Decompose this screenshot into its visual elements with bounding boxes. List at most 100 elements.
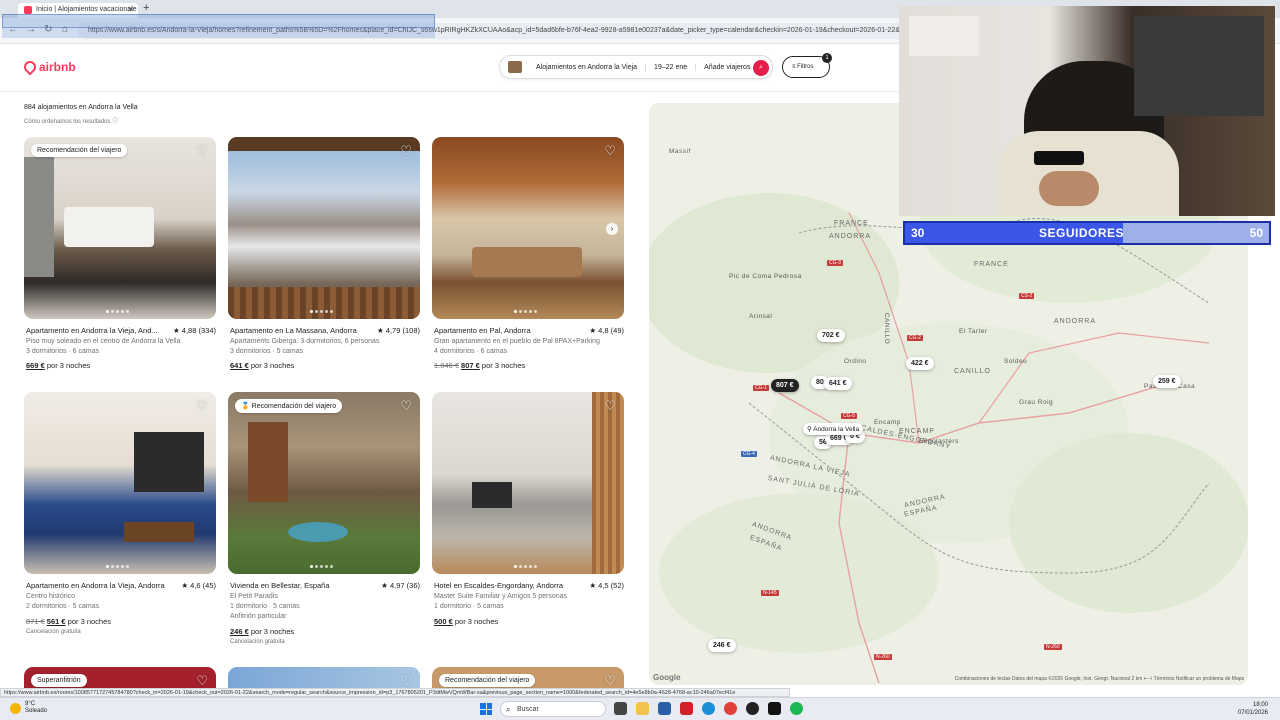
map-label: Soldeu bbox=[1004, 358, 1028, 365]
map-label: FRANCE bbox=[974, 261, 1009, 268]
listing-photo[interactable]: ♡ bbox=[228, 667, 420, 688]
map-price-pin[interactable]: 422 € bbox=[906, 357, 934, 370]
listing-photo[interactable]: ♡ bbox=[432, 392, 624, 574]
listing-price: 669 € por 3 noches bbox=[26, 361, 90, 370]
close-tab-icon[interactable]: ✕ bbox=[127, 5, 134, 14]
photo-dots bbox=[514, 565, 537, 568]
taskbar: 9°C Soleado ⌕ Buscar 18:00 07/01/2026 bbox=[0, 697, 1280, 720]
file-explorer-icon[interactable] bbox=[636, 702, 649, 715]
favorite-heart-icon[interactable]: ♡ bbox=[604, 673, 616, 688]
chrome-icon[interactable] bbox=[724, 702, 737, 715]
map-label: CANILLO bbox=[883, 312, 891, 345]
favorite-heart-icon[interactable]: ♡ bbox=[604, 143, 616, 159]
windows-start-icon[interactable] bbox=[480, 703, 492, 715]
status-url: https://www.airbnb.es/rooms/100857717274… bbox=[0, 688, 790, 697]
new-tab-icon[interactable]: + bbox=[143, 2, 149, 14]
price-suffix: por 3 noches bbox=[481, 361, 526, 370]
listing-price: 871 €561 € por 3 noches bbox=[26, 617, 111, 626]
road-label: N-145 bbox=[761, 590, 779, 596]
listing-rooms: 3 dormitorios · 6 camas bbox=[26, 348, 100, 355]
price-suffix: por 3 noches bbox=[250, 627, 295, 636]
map-price-pin[interactable]: 259 € bbox=[1153, 375, 1181, 388]
search-icon: ⌕ bbox=[506, 705, 511, 714]
taskbar-search[interactable]: ⌕ Buscar bbox=[500, 701, 606, 717]
listing-rating: ★ 4,6 (45) bbox=[181, 581, 216, 590]
results-order-link[interactable]: Cómo ordenamos los resultados ⓘ bbox=[24, 116, 118, 125]
google-logo: Google bbox=[653, 673, 681, 682]
search-bar[interactable]: Alojamientos en Andorra la Vieja 19–22 e… bbox=[499, 55, 773, 79]
listing-photo[interactable]: 🏅 Recomendación del viajero ♡ bbox=[228, 392, 420, 574]
search-location[interactable]: Alojamientos en Andorra la Vieja bbox=[528, 63, 647, 71]
app-icon[interactable] bbox=[658, 702, 671, 715]
favorite-heart-icon[interactable]: ♡ bbox=[604, 398, 616, 414]
edge-icon[interactable] bbox=[702, 702, 715, 715]
photo-dots bbox=[310, 310, 333, 313]
listing-title: Vivienda en Bellestar, España bbox=[230, 581, 330, 590]
badge-text: Recomendación del viajero bbox=[251, 403, 337, 410]
listing-photo[interactable]: Recomendación del viajero ♡ bbox=[432, 667, 624, 688]
listing-photo[interactable]: ♡ bbox=[24, 392, 216, 574]
spotify-icon[interactable] bbox=[790, 702, 803, 715]
listing-price: 246 € por 3 noches bbox=[230, 627, 294, 636]
results-count: 884 alojamientos en Andorra la Vella bbox=[24, 104, 138, 111]
listing-price: 641 € por 3 noches bbox=[230, 361, 294, 370]
price-value: 500 € bbox=[434, 617, 453, 626]
favorite-heart-icon[interactable]: ♡ bbox=[400, 398, 412, 414]
listing-rating: ★ 4,8 (49) bbox=[589, 326, 624, 335]
app-icon[interactable] bbox=[680, 702, 693, 715]
map-label: Arinsal bbox=[749, 313, 773, 320]
weather-widget[interactable]: 9°C Soleado bbox=[10, 701, 47, 715]
map-label: Encamp bbox=[874, 419, 901, 426]
price-suffix: por 3 noches bbox=[67, 617, 112, 626]
next-photo-icon[interactable]: › bbox=[606, 223, 618, 235]
weather-text: 9°C Soleado bbox=[25, 701, 47, 715]
road-label: CG-4 bbox=[741, 451, 757, 457]
tiktok-icon[interactable] bbox=[768, 702, 781, 715]
favorite-heart-icon[interactable]: ♡ bbox=[196, 143, 208, 159]
price-value: 669 € bbox=[26, 361, 45, 370]
order-text: Cómo ordenamos los resultados bbox=[24, 119, 111, 125]
system-clock[interactable]: 18:00 07/01/2026 bbox=[1238, 701, 1268, 717]
listing-rooms: 3 dormitorios · 5 camas bbox=[230, 348, 304, 355]
location-thumbnail-icon bbox=[508, 61, 522, 73]
map-price-pin[interactable]: 702 € bbox=[817, 329, 845, 342]
listing-photo[interactable]: Superanfitrión ♡ bbox=[24, 667, 216, 688]
task-view-icon[interactable] bbox=[614, 702, 627, 715]
airbnb-logo[interactable]: airbnb bbox=[21, 58, 76, 76]
old-price: 1.040 € bbox=[434, 361, 460, 370]
listing-photo[interactable]: ♡ › bbox=[432, 137, 624, 319]
photo-dots bbox=[310, 565, 333, 568]
map-price-pin[interactable]: 246 € bbox=[708, 639, 736, 652]
weather-temp: 9°C bbox=[25, 701, 36, 707]
listing-price: 1.040 €807 € por 3 noches bbox=[434, 361, 525, 370]
listing-description: El Petit Paradis bbox=[230, 593, 278, 600]
taskbar-search-placeholder: Buscar bbox=[517, 706, 539, 713]
app-icon[interactable] bbox=[746, 702, 759, 715]
filters-button[interactable]: ≡ Filtros 1 bbox=[782, 53, 832, 78]
favorite-heart-icon[interactable]: ♡ bbox=[196, 673, 208, 688]
listing-title: Apartamento en Pal, Andorra bbox=[434, 326, 531, 335]
favorite-heart-icon[interactable]: ♡ bbox=[196, 398, 208, 414]
webcam-overlay bbox=[899, 6, 1275, 216]
listing-rooms: 4 dormitorios · 6 camas bbox=[434, 348, 508, 355]
photo-dots bbox=[514, 310, 537, 313]
followers-goal-bar: 30 SEGUIDORES 50 bbox=[903, 221, 1271, 245]
map-price-pin-selected[interactable]: 807 € bbox=[771, 379, 799, 392]
town-pin[interactable]: ⚲ Andorra la Vella bbox=[803, 423, 864, 435]
search-guests[interactable]: Añade viajeros bbox=[696, 63, 760, 71]
favorite-heart-icon[interactable]: ♡ bbox=[400, 673, 412, 688]
search-icon[interactable]: ⌕ bbox=[753, 60, 769, 76]
map-label: ANDORRA bbox=[829, 233, 872, 240]
listing-photo[interactable]: Recomendación del viajero ♡ bbox=[24, 137, 216, 319]
map-price-pin[interactable]: 641 € bbox=[824, 377, 852, 390]
listing-badge: Recomendación del viajero bbox=[439, 674, 536, 687]
free-cancellation: Cancelación gratuita bbox=[230, 639, 285, 645]
price-suffix: por 3 noches bbox=[454, 617, 499, 626]
road-label: CS-2 bbox=[1019, 293, 1035, 299]
town-pin-label: Andorra la Vella bbox=[813, 426, 860, 433]
listing-photo[interactable]: ♡ bbox=[228, 137, 420, 319]
search-dates[interactable]: 19–22 ene bbox=[646, 63, 697, 71]
selection-overlay bbox=[2, 14, 435, 28]
airbnb-logo-icon bbox=[21, 58, 39, 76]
favorite-heart-icon[interactable]: ♡ bbox=[400, 143, 412, 159]
